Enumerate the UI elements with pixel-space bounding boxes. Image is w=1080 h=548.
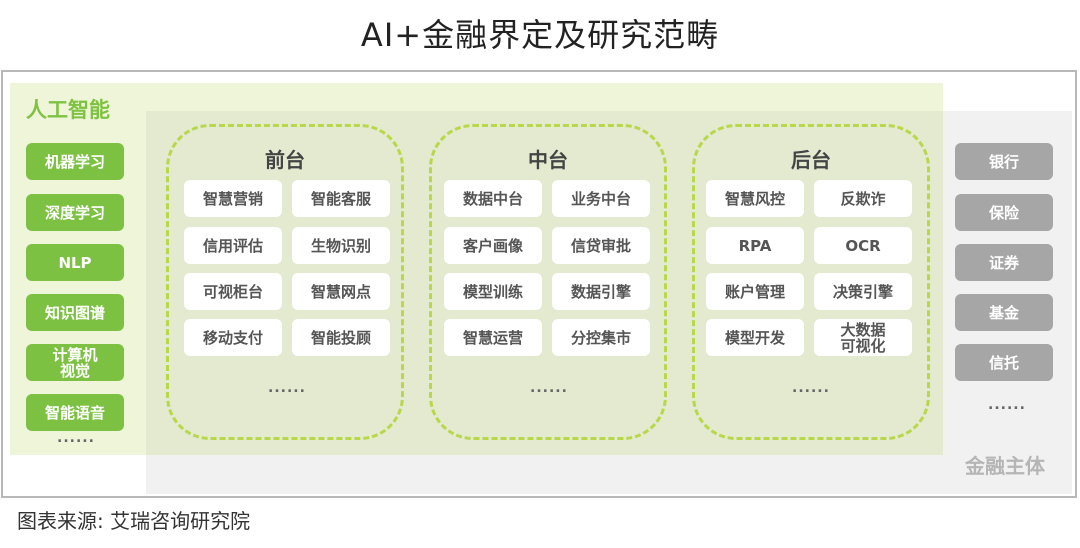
section-item: 反欺诈 [814,180,912,217]
section-item: 智能投顾 [292,319,390,356]
finance-title: 金融主体 [965,454,1045,478]
ai-title: 人工智能 [26,98,110,122]
section-item: 决策引擎 [814,273,912,310]
section-item: RPA [706,227,804,264]
section-front-title: 前台 [265,148,305,172]
section-item: 业务中台 [552,180,650,217]
section-item: 智慧营销 [184,180,282,217]
ai-item: 智能语音 [26,394,124,431]
section-item: 账户管理 [706,273,804,310]
section-back-more: ...... [792,380,830,396]
finance-more: ...... [988,397,1026,413]
finance-item: 银行 [955,143,1053,180]
section-item: 大数据 可视化 [814,319,912,356]
section-item: 数据中台 [444,180,542,217]
finance-item: 基金 [955,294,1053,331]
section-item: 客户画像 [444,227,542,264]
section-middle-more: ...... [530,380,568,396]
section-item: 智慧运营 [444,319,542,356]
section-back-title: 后台 [791,148,831,172]
section-middle-title: 中台 [528,148,568,172]
section-front-more: ...... [268,380,306,396]
finance-item: 信托 [955,344,1053,381]
section-item: 智慧风控 [706,180,804,217]
ai-item: 深度学习 [26,194,124,231]
finance-item: 证券 [955,244,1053,281]
section-item: OCR [814,227,912,264]
section-item: 移动支付 [184,319,282,356]
section-item: 模型开发 [706,319,804,356]
section-item: 信用评估 [184,227,282,264]
section-item: 可视柜台 [184,273,282,310]
ai-item: 机器学习 [26,143,124,180]
section-item: 数据引擎 [552,273,650,310]
ai-item: 知识图谱 [26,294,124,331]
section-item: 智慧网点 [292,273,390,310]
finance-item: 保险 [955,194,1053,231]
ai-more: ...... [57,430,95,446]
section-item: 分控集市 [552,319,650,356]
ai-item: NLP [26,244,124,281]
section-item: 模型训练 [444,273,542,310]
section-item: 信贷审批 [552,227,650,264]
section-item: 智能客服 [292,180,390,217]
ai-item: 计算机 视觉 [26,344,124,381]
source-note: 图表来源: 艾瑞咨询研究院 [17,509,251,533]
diagram-title: AI+金融界定及研究范畴 [360,16,720,54]
section-item: 生物识别 [292,227,390,264]
